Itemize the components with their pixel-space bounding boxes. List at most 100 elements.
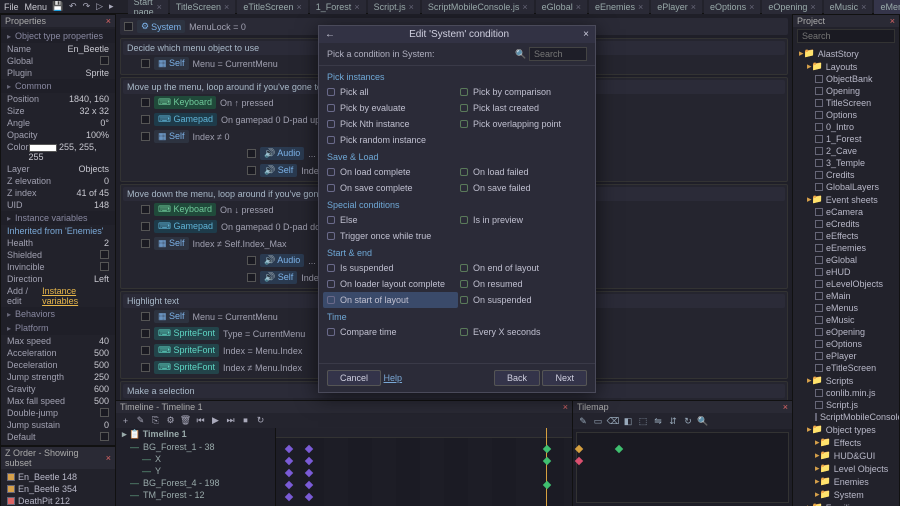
tree-folder[interactable]: ▸📁 HUD&GUI bbox=[813, 449, 895, 462]
tree-item[interactable]: eGlobal bbox=[813, 254, 895, 266]
condition-option[interactable]: Compare time bbox=[327, 324, 454, 340]
stop-icon[interactable]: ⏹ bbox=[240, 415, 251, 426]
tree-item[interactable]: 3_Temple bbox=[813, 157, 895, 169]
gear-icon[interactable]: ⚙ bbox=[165, 415, 176, 426]
erase-icon[interactable]: ⌫ bbox=[607, 415, 619, 427]
menu-file[interactable]: File bbox=[4, 2, 19, 12]
checkbox[interactable] bbox=[100, 56, 109, 65]
section-object-type[interactable]: Object type properties bbox=[1, 29, 115, 43]
section-instvar[interactable]: Instance variables bbox=[1, 211, 115, 225]
fill-icon[interactable]: ◧ bbox=[622, 415, 634, 427]
zorder-item[interactable]: En_Beetle 148 bbox=[5, 471, 111, 483]
prop-val[interactable]: 250 bbox=[94, 372, 109, 382]
prop-val[interactable]: Left bbox=[94, 274, 109, 284]
timeline-root[interactable]: ▸ 📋 Timeline 1 bbox=[116, 428, 275, 441]
timeline-track[interactable]: — TM_Forest - 12 bbox=[116, 489, 275, 501]
section-platform[interactable]: Platform bbox=[1, 321, 115, 335]
tree-item[interactable]: Options bbox=[813, 109, 895, 121]
tree-item[interactable]: ScriptMobileConsole.js bbox=[813, 411, 895, 423]
prop-val[interactable]: 1840, 160 bbox=[69, 94, 109, 104]
tree-folder[interactable]: ▸📁 Event sheets bbox=[805, 193, 895, 206]
condition-option[interactable]: On end of layout bbox=[460, 260, 587, 276]
condition-option[interactable]: Is in preview bbox=[460, 212, 587, 228]
save-icon[interactable]: 💾 bbox=[53, 2, 63, 12]
cancel-button[interactable]: Cancel bbox=[327, 370, 381, 386]
tree-folder[interactable]: ▸📁 AlastStory bbox=[797, 47, 895, 60]
condition-option[interactable]: Trigger once while true bbox=[327, 228, 454, 244]
flip-h-icon[interactable]: ⇋ bbox=[652, 415, 664, 427]
tree-folder[interactable]: ▸📁 Scripts bbox=[805, 374, 895, 387]
rect-icon[interactable]: ▭ bbox=[592, 415, 604, 427]
close-icon[interactable]: × bbox=[583, 29, 589, 40]
close-icon[interactable]: × bbox=[563, 402, 568, 412]
prop-val[interactable]: 500 bbox=[94, 348, 109, 358]
condition-option[interactable]: On start of layout bbox=[323, 292, 458, 308]
condition-option[interactable]: Pick by comparison bbox=[460, 84, 587, 100]
tree-folder[interactable]: ▸📁 Effects bbox=[813, 436, 895, 449]
timeline-track[interactable]: — Y bbox=[116, 465, 275, 477]
tree-item[interactable]: eEffects bbox=[813, 230, 895, 242]
close-icon[interactable]: × bbox=[890, 16, 895, 26]
tree-folder[interactable]: ▸📁 Object types bbox=[805, 423, 895, 436]
condition-option[interactable]: On resumed bbox=[460, 276, 587, 292]
preview-icon[interactable]: ▷ bbox=[96, 2, 103, 12]
tree-item[interactable]: Opening bbox=[813, 85, 895, 97]
condition-option[interactable]: Pick overlapping point bbox=[460, 116, 587, 132]
section-common[interactable]: Common bbox=[1, 79, 115, 93]
tree-item[interactable]: eLevelObjects bbox=[813, 278, 895, 290]
next-icon[interactable]: ⏭ bbox=[225, 415, 236, 426]
condition-option[interactable]: On loader layout complete bbox=[327, 276, 454, 292]
prop-val[interactable]: 500 bbox=[94, 360, 109, 370]
event-condition[interactable]: ⌨ KeyboardOn Z pressed bbox=[137, 398, 785, 400]
undo-icon[interactable]: ↶ bbox=[69, 2, 77, 12]
tree-item[interactable]: eMain bbox=[813, 290, 895, 302]
timeline-track[interactable]: — BG_Forest_1 - 38 bbox=[116, 441, 275, 453]
tree-item[interactable]: eTitleScreen bbox=[813, 362, 895, 374]
edit-icon[interactable]: ✎ bbox=[135, 415, 146, 426]
prop-val[interactable]: 0 bbox=[104, 420, 109, 430]
timeline-track[interactable]: — BG_Forest_4 - 198 bbox=[116, 477, 275, 489]
system-pill[interactable]: ⚙ System bbox=[137, 20, 185, 33]
play-icon[interactable]: ▶ bbox=[210, 415, 221, 426]
back-button[interactable]: Back bbox=[494, 370, 540, 386]
tree-item[interactable]: ObjectBank bbox=[813, 73, 895, 85]
pencil-icon[interactable]: ✎ bbox=[577, 415, 589, 427]
tree-item[interactable]: ePlayer bbox=[813, 350, 895, 362]
add-icon[interactable]: + bbox=[120, 415, 131, 426]
condition-option[interactable]: Else bbox=[327, 212, 454, 228]
condition-option[interactable]: Pick random instance bbox=[327, 132, 454, 148]
prop-val[interactable]: 500 bbox=[94, 396, 109, 406]
tree-item[interactable]: eHUD bbox=[813, 266, 895, 278]
condition-option[interactable]: On suspended bbox=[460, 292, 587, 308]
prop-val[interactable]: Objects bbox=[78, 164, 109, 174]
tree-item[interactable]: Credits bbox=[813, 169, 895, 181]
checkbox[interactable] bbox=[100, 408, 109, 417]
checkbox[interactable] bbox=[100, 432, 109, 441]
link-icon[interactable]: ⎘ bbox=[150, 415, 161, 426]
trash-icon[interactable]: 🗑 bbox=[180, 415, 191, 426]
menu-dropdown[interactable]: Menu bbox=[25, 2, 48, 12]
tree-folder[interactable]: ▸📁 Layouts bbox=[805, 60, 895, 73]
prop-val[interactable]: 600 bbox=[94, 384, 109, 394]
condition-option[interactable]: Pick Nth instance bbox=[327, 116, 454, 132]
condition-option[interactable]: Pick by evaluate bbox=[327, 100, 454, 116]
tree-item[interactable]: eEnemies bbox=[813, 242, 895, 254]
tree-folder[interactable]: ▸📁 Families bbox=[805, 501, 895, 506]
tree-item[interactable]: 1_Forest bbox=[813, 133, 895, 145]
condition-option[interactable]: Every X seconds bbox=[460, 324, 587, 340]
tree-folder[interactable]: ▸📁 Enemies bbox=[813, 475, 895, 488]
prop-val[interactable]: 40 bbox=[99, 336, 109, 346]
tree-item[interactable]: Script.js bbox=[813, 399, 895, 411]
tree-folder[interactable]: ▸📁 Level Objects bbox=[813, 462, 895, 475]
condition-option[interactable]: Is suspended bbox=[327, 260, 454, 276]
tree-item[interactable]: eCamera bbox=[813, 206, 895, 218]
prop-val[interactable]: 100% bbox=[86, 130, 109, 140]
condition-option[interactable]: Pick last created bbox=[460, 100, 587, 116]
prop-val[interactable]: En_Beetle bbox=[67, 44, 109, 54]
tilemap-canvas[interactable] bbox=[576, 432, 789, 503]
condition-option[interactable]: Pick all bbox=[327, 84, 454, 100]
tree-item[interactable]: conlib.min.js bbox=[813, 387, 895, 399]
condition-option[interactable]: On save complete bbox=[327, 180, 454, 196]
close-icon[interactable]: × bbox=[106, 453, 111, 463]
modal-search[interactable] bbox=[529, 47, 587, 61]
